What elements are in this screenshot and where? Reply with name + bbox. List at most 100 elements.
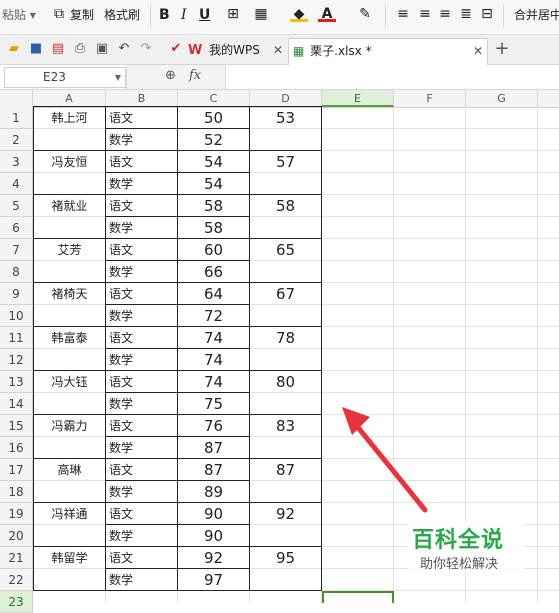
undo-icon[interactable]: ↶ — [116, 41, 132, 57]
subject-cell[interactable]: 数学 — [106, 173, 178, 195]
tab-my-wps[interactable]: W 我的WPS ✕ — [188, 38, 286, 62]
row-header[interactable]: 15 — [0, 415, 33, 437]
italic-button[interactable]: I — [181, 6, 187, 24]
redo-icon[interactable]: ↷ — [138, 41, 154, 57]
student-name-cell[interactable]: 高琳 — [33, 459, 106, 503]
row-header[interactable]: 9 — [0, 283, 33, 305]
score-cell[interactable]: 66 — [178, 261, 250, 283]
score-cell[interactable]: 54 — [178, 151, 250, 173]
subject-cell[interactable]: 语文 — [106, 503, 178, 525]
merged-score-cell[interactable]: 57 — [250, 151, 322, 195]
student-name-cell[interactable]: 褚椅天 — [33, 283, 106, 327]
clear-format-icon[interactable]: ✎ — [356, 5, 374, 23]
student-name-cell[interactable]: 韩留学 — [33, 547, 106, 591]
close-icon[interactable]: ✕ — [273, 38, 283, 62]
subject-cell[interactable]: 数学 — [106, 261, 178, 283]
print-icon[interactable]: ⎙ — [72, 41, 88, 57]
copy-button[interactable]: 复制 — [70, 6, 94, 24]
subject-cell[interactable]: 数学 — [106, 305, 178, 327]
column-header[interactable]: E — [322, 90, 394, 107]
subject-cell[interactable]: 语文 — [106, 459, 178, 481]
subject-cell[interactable]: 语文 — [106, 283, 178, 305]
subject-cell[interactable]: 语文 — [106, 327, 178, 349]
score-cell[interactable]: 92 — [178, 547, 250, 569]
row-header[interactable]: 6 — [0, 217, 33, 239]
row-header[interactable]: 18 — [0, 481, 33, 503]
row-header[interactable]: 13 — [0, 371, 33, 393]
subject-cell[interactable]: 语文 — [106, 107, 178, 129]
subject-cell[interactable]: 语文 — [106, 547, 178, 569]
print-preview-icon[interactable]: ▣ — [94, 41, 110, 57]
row-header[interactable]: 1 — [0, 107, 33, 129]
row-header[interactable]: 5 — [0, 195, 33, 217]
wps-menu-icon[interactable]: ✔ — [168, 41, 184, 57]
merged-score-cell[interactable]: 92 — [250, 503, 322, 547]
subject-cell[interactable]: 语文 — [106, 371, 178, 393]
student-name-cell[interactable]: 褚就业 — [33, 195, 106, 239]
tab-active-workbook[interactable]: ▦ 栗子.xlsx * ✕ — [288, 38, 488, 65]
new-tab-icon[interactable]: + — [494, 40, 510, 58]
formula-input[interactable] — [226, 67, 556, 86]
fx-button[interactable]: fx — [189, 68, 201, 83]
score-cell[interactable]: 74 — [178, 349, 250, 371]
student-name-cell[interactable]: 艾芳 — [33, 239, 106, 283]
score-cell[interactable]: 58 — [178, 195, 250, 217]
subject-cell[interactable]: 数学 — [106, 437, 178, 459]
align-center-icon[interactable]: ≡ — [416, 5, 434, 23]
column-header[interactable]: B — [106, 90, 178, 107]
row-header[interactable]: 19 — [0, 503, 33, 525]
row-header[interactable]: 8 — [0, 261, 33, 283]
merged-score-cell[interactable]: 95 — [250, 547, 322, 591]
row-header[interactable]: 12 — [0, 349, 33, 371]
align-left-icon[interactable]: ≡ — [394, 5, 412, 23]
row-header[interactable]: 7 — [0, 239, 33, 261]
column-header[interactable]: G — [466, 90, 538, 107]
subject-cell[interactable]: 语文 — [106, 151, 178, 173]
score-cell[interactable]: 90 — [178, 525, 250, 547]
score-cell[interactable]: 72 — [178, 305, 250, 327]
row-header[interactable]: 14 — [0, 393, 33, 415]
row-header[interactable]: 3 — [0, 151, 33, 173]
merged-score-cell[interactable]: 83 — [250, 415, 322, 459]
row-header[interactable]: 22 — [0, 569, 33, 591]
student-name-cell[interactable]: 冯友恒 — [33, 151, 106, 195]
borders-icon[interactable]: ⊞ — [224, 5, 242, 23]
column-header[interactable]: C — [178, 90, 250, 107]
open-folder-icon[interactable]: ▰ — [6, 41, 22, 57]
merged-score-cell[interactable]: 53 — [250, 107, 322, 151]
merge-center-button[interactable]: 合并居中 — [514, 6, 559, 24]
merged-score-cell[interactable]: 87 — [250, 459, 322, 503]
bold-button[interactable]: B — [159, 6, 170, 24]
column-header[interactable]: A — [33, 90, 106, 107]
score-cell[interactable]: 60 — [178, 239, 250, 261]
student-name-cell[interactable]: 韩富泰 — [33, 327, 106, 371]
column-header[interactable]: F — [394, 90, 466, 107]
pdf-icon[interactable]: ▤ — [50, 41, 66, 57]
score-cell[interactable]: 90 — [178, 503, 250, 525]
subject-cell[interactable]: 数学 — [106, 349, 178, 371]
score-cell[interactable]: 50 — [178, 107, 250, 129]
cell-style-icon[interactable]: ▦ — [252, 5, 270, 23]
score-cell[interactable]: 76 — [178, 415, 250, 437]
score-cell[interactable]: 97 — [178, 569, 250, 591]
subject-cell[interactable]: 语文 — [106, 195, 178, 217]
row-header[interactable]: 23 — [0, 591, 33, 613]
select-all-corner[interactable] — [0, 90, 33, 107]
name-box[interactable]: E23 ▼ — [4, 67, 126, 88]
row-header[interactable]: 10 — [0, 305, 33, 327]
score-cell[interactable]: 64 — [178, 283, 250, 305]
score-cell[interactable]: 74 — [178, 371, 250, 393]
merged-score-cell[interactable]: 65 — [250, 239, 322, 283]
merged-score-cell[interactable]: 78 — [250, 327, 322, 371]
row-header[interactable]: 21 — [0, 547, 33, 569]
row-header[interactable]: 20 — [0, 525, 33, 547]
student-name-cell[interactable]: 冯大钰 — [33, 371, 106, 415]
align-right-icon[interactable]: ≡ — [436, 5, 454, 23]
score-cell[interactable]: 89 — [178, 481, 250, 503]
close-icon[interactable]: ✕ — [473, 39, 483, 63]
score-cell[interactable]: 87 — [178, 459, 250, 481]
row-header[interactable]: 17 — [0, 459, 33, 481]
justify-icon[interactable]: ≣ — [457, 5, 475, 23]
row-header[interactable]: 16 — [0, 437, 33, 459]
row-header[interactable]: 2 — [0, 129, 33, 151]
